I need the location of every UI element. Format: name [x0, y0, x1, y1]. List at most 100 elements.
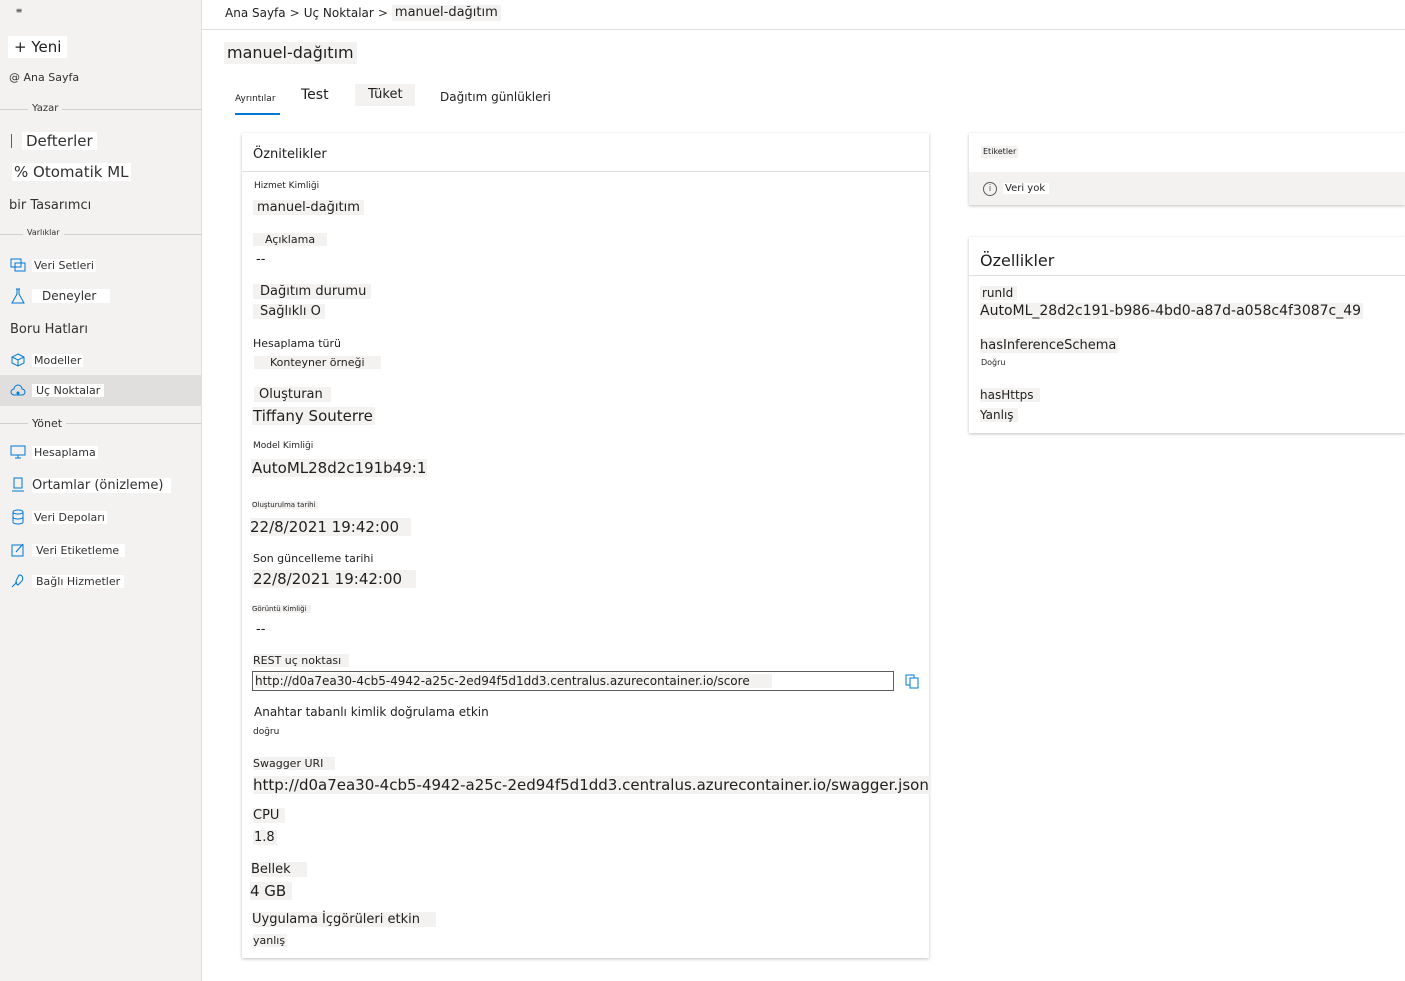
tags-empty-row: i Veri yok	[969, 172, 1405, 205]
tab-deployment-logs[interactable]: Dağıtım günlükleri	[440, 86, 551, 108]
has-https-value: Yanlış	[980, 408, 1018, 422]
link-icon	[10, 573, 26, 589]
model-id-value: AutoML28d2c191b49:1	[251, 459, 428, 477]
compute-type-label: Hesaplama türü	[253, 337, 342, 350]
created-by-label: Oluşturan	[254, 387, 331, 402]
breadcrumb-endpoints[interactable]: Uç Noktalar	[304, 5, 374, 21]
sidebar-item-label: Uç Noktalar	[32, 384, 105, 397]
deployment-state-value: Sağlıklı O	[253, 304, 325, 319]
compute-type-value: Konteyner örneği	[254, 356, 381, 369]
new-button[interactable]: + Yeni	[8, 36, 68, 58]
rest-endpoint-value: http://d0a7ea30-4cb5-4942-a25c-2ed94f5d1…	[255, 674, 772, 688]
sidebar-item-experiments[interactable]: Deneyler	[0, 281, 201, 311]
tags-title: Etiketler	[981, 146, 1019, 158]
memory-value: 4 GB	[250, 882, 293, 900]
sidebar-item-notebooks[interactable]: Defterler	[0, 126, 201, 156]
sidebar-item-label: Ortamlar (önizleme)	[32, 477, 172, 493]
sidebar-item-models[interactable]: Modeller	[0, 345, 201, 375]
swagger-label: Swagger URI	[253, 757, 336, 770]
sidebar-item-label: Veri Etiketleme	[32, 543, 126, 557]
sidebar-item-label: Defterler	[22, 132, 97, 150]
cloud-endpoint-icon	[10, 383, 26, 399]
info-icon: i	[983, 181, 997, 196]
sidebar-item-automl[interactable]: % Otomatik ML	[0, 157, 201, 187]
header-divider	[202, 29, 1405, 30]
image-id-label: Görüntü Kimliği	[252, 605, 311, 613]
sidebar-item-environments[interactable]: Ortamlar (önizleme)	[0, 470, 201, 500]
flask-icon	[10, 288, 26, 304]
edit-icon	[10, 542, 26, 558]
tab-consume[interactable]: Tüket	[355, 84, 415, 106]
has-https-label: hasHttps	[980, 388, 1040, 402]
dataset-icon	[10, 257, 26, 273]
cpu-label: CPU	[253, 808, 286, 823]
sidebar-item-data-labeling[interactable]: Veri Etiketleme	[0, 535, 201, 565]
app-insights-label: Uygulama İçgörüleri etkin	[252, 912, 436, 927]
attributes-title: Öznitelikler	[253, 147, 327, 162]
service-id-value: manuel-dağıtım	[253, 200, 364, 215]
key-auth-label: Anahtar tabanlı kimlik doğrulama etkin	[254, 705, 489, 719]
service-id-label: Hizmet Kimliği	[254, 181, 320, 191]
sidebar-item-compute[interactable]: Hesaplama	[0, 437, 201, 467]
tab-details[interactable]: Ayrıntılar	[235, 88, 276, 110]
sidebar-item-label: Bağlı Hizmetler	[32, 574, 125, 588]
model-id-label: Model Kimliği	[253, 441, 314, 451]
updated-on-label: Son güncelleme tarihi	[253, 552, 374, 565]
breadcrumb-separator: >	[289, 6, 300, 20]
sidebar-item-linked-services[interactable]: Bağlı Hizmetler	[0, 566, 201, 596]
sidebar-item-designer[interactable]: bir Tasarımcı	[0, 190, 201, 220]
tags-empty-text: Veri yok	[1003, 183, 1050, 194]
sidebar-item-datastores[interactable]: Veri Depoları	[0, 502, 201, 532]
description-value: --	[256, 252, 266, 267]
created-by-value: Tiffany Souterre	[252, 407, 375, 425]
updated-on-value: 22/8/2021 19:42:00	[252, 570, 417, 588]
section-title-author: Yazar	[28, 103, 63, 114]
created-on-value: 22/8/2021 19:42:00	[250, 518, 412, 536]
database-icon	[10, 509, 26, 525]
rest-endpoint-field[interactable]: http://d0a7ea30-4cb5-4942-a25c-2ed94f5d1…	[252, 671, 894, 691]
runid-label: runId	[980, 286, 1018, 300]
cube-icon	[10, 352, 26, 368]
has-inference-schema-label: hasInferenceSchema	[980, 338, 1119, 353]
monitor-icon	[10, 444, 26, 460]
sidebar-item-label: bir Tasarımcı	[9, 197, 92, 213]
sidebar-item-endpoints[interactable]: Uç Noktalar	[0, 375, 201, 406]
tags-card: Etiketler i Veri yok	[969, 133, 1405, 205]
rest-endpoint-label: REST uç noktası	[253, 654, 350, 667]
section-title-assets: Varlıklar	[23, 228, 64, 237]
sidebar-item-home[interactable]: @ Ana Sayfa	[9, 70, 79, 85]
tab-test[interactable]: Test	[301, 84, 329, 106]
properties-title: Özellikler	[980, 251, 1055, 270]
memory-label: Bellek	[251, 862, 307, 877]
notebook-icon	[10, 133, 14, 149]
deployment-state-label: Dağıtım durumu	[253, 284, 372, 299]
cpu-value: 1.8	[253, 830, 277, 845]
card-divider	[242, 171, 929, 172]
sidebar-item-label: Veri Setleri	[32, 258, 96, 272]
swagger-value[interactable]: http://d0a7ea30-4cb5-4942-a25c-2ed94f5d1…	[253, 776, 931, 794]
sidebar-item-label: Hesaplama	[32, 445, 98, 459]
sidebar-item-label: Veri Depoları	[32, 510, 107, 524]
runid-value: AutoML_28d2c191-b986-4bd0-a87d-a058c4f30…	[980, 303, 1364, 319]
active-tab-indicator	[235, 113, 280, 115]
sidebar-item-label: % Otomatik ML	[12, 163, 131, 181]
attributes-card: Öznitelikler	[242, 133, 929, 958]
menu-icon[interactable]: ≡	[12, 6, 26, 18]
breadcrumb-home[interactable]: Ana Sayfa	[225, 5, 286, 21]
sidebar-item-label: Boru Hatları	[10, 321, 88, 337]
breadcrumb-separator: >	[377, 6, 388, 20]
sidebar-item-pipelines[interactable]: Boru Hatları	[0, 314, 201, 344]
breadcrumb: Ana Sayfa > Uç Noktalar > manuel-dağıtım	[225, 5, 501, 21]
breadcrumb-current: manuel-dağıtım	[391, 5, 501, 21]
sidebar-item-label: Deneyler	[32, 289, 111, 303]
environment-icon	[10, 477, 26, 493]
section-title-manage: Yönet	[28, 417, 67, 430]
left-navigation: ≡ + Yeni @ Ana Sayfa Yazar Defterler % O…	[0, 0, 202, 981]
description-label: Açıklama	[253, 233, 328, 246]
card-divider	[969, 275, 1405, 276]
copy-icon[interactable]	[904, 673, 920, 689]
sidebar-item-label: Modeller	[32, 353, 84, 367]
created-on-label: Oluşturulma tarihi	[252, 501, 318, 509]
properties-card: Özellikler	[969, 237, 1405, 433]
sidebar-item-datasets[interactable]: Veri Setleri	[0, 250, 201, 280]
